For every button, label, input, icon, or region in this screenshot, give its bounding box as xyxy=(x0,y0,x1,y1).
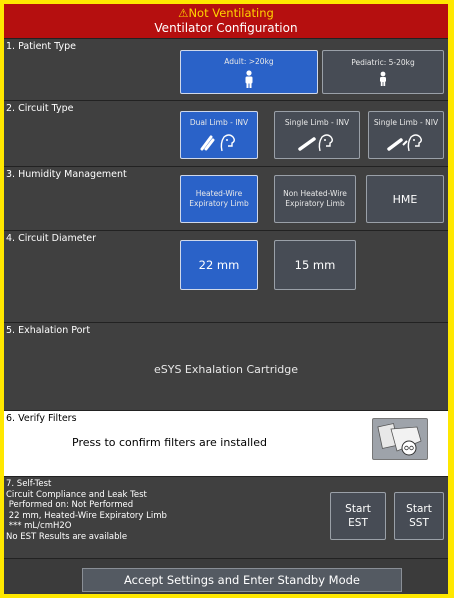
option-label: 22 mm xyxy=(198,258,240,272)
button-label-line1: Start xyxy=(345,503,371,515)
section-label: 3. Humidity Management xyxy=(6,169,127,180)
verify-filters-button[interactable] xyxy=(372,418,428,460)
dual-limb-icon xyxy=(200,133,235,151)
section-label: 5. Exhalation Port xyxy=(6,325,91,336)
single-limb-inv-button[interactable]: Single Limb - INV xyxy=(274,111,360,159)
ventilator-config-screen: ⚠Not Ventilating Ventilator Configuratio… xyxy=(4,4,448,594)
option-label: 15 mm xyxy=(294,258,336,272)
dual-limb-inv-button[interactable]: Dual Limb - INV xyxy=(180,111,258,159)
adult-patient-icon xyxy=(245,69,253,88)
option-label: HME xyxy=(392,192,418,206)
button-label-line2: EST xyxy=(348,517,368,529)
self-test-line: *** mL/cmH2O xyxy=(6,521,72,531)
self-test-line: 22 mm, Heated-Wire Expiratory Limb xyxy=(6,510,167,521)
option-label-line2: Expiratory Limb xyxy=(285,199,345,208)
pediatric-patient-icon xyxy=(380,71,386,86)
humidity-section: 3. Humidity Management Heated-Wire Expir… xyxy=(4,166,448,230)
start-est-button[interactable]: Start EST xyxy=(330,492,386,540)
section-label: 1. Patient Type xyxy=(6,41,77,52)
option-label: Adult: >20kg xyxy=(224,56,274,66)
section-label: 4. Circuit Diameter xyxy=(6,233,97,244)
accept-settings-button[interactable]: Accept Settings and Enter Standby Mode xyxy=(82,568,402,592)
option-label-line2: Expiratory Limb xyxy=(189,199,249,208)
self-test-line: No EST Results are available xyxy=(6,531,128,542)
section-label: 7. Self-Test xyxy=(6,479,52,489)
single-limb-niv-button[interactable]: Single Limb - NIV xyxy=(368,111,444,159)
single-limb-inv-icon xyxy=(298,133,333,151)
self-test-line: Circuit Compliance and Leak Test xyxy=(6,489,147,500)
exhalation-port-value: eSYS Exhalation Cartridge xyxy=(153,363,299,376)
button-label-line1: Start xyxy=(406,503,432,515)
hme-button[interactable]: HME xyxy=(366,175,444,223)
option-label: Pediatric: 5-20kg xyxy=(351,58,415,67)
option-label-line1: Heated-Wire xyxy=(195,189,243,198)
header-bar: ⚠Not Ventilating Ventilator Configuratio… xyxy=(4,4,448,38)
verify-filters-text: Press to confirm filters are installed xyxy=(72,436,267,449)
circuit-diameter-section: 4. Circuit Diameter 22 mm 15 mm xyxy=(4,230,448,322)
non-heated-wire-button[interactable]: Non Heated-Wire Expiratory Limb xyxy=(274,175,356,223)
adult-button[interactable]: Adult: >20kg xyxy=(180,50,318,94)
option-label: Single Limb - NIV xyxy=(373,117,439,127)
start-sst-button[interactable]: Start SST xyxy=(394,492,444,540)
option-label-line1: Non Heated-Wire xyxy=(283,189,347,198)
filter-icon xyxy=(377,423,422,456)
section-label: 6. Verify Filters xyxy=(6,413,77,424)
exhalation-port-section: 5. Exhalation Port eSYS Exhalation Cartr… xyxy=(4,322,448,410)
patient-type-section: 1. Patient Type Adult: >20kg Pediatric: … xyxy=(4,38,448,100)
diameter-15mm-button[interactable]: 15 mm xyxy=(274,240,356,290)
self-test-info: 7. Self-Test Circuit Compliance and Leak… xyxy=(6,479,167,542)
verify-filters-section[interactable]: 6. Verify Filters Press to confirm filte… xyxy=(4,410,448,476)
self-test-line: Performed on: Not Performed xyxy=(6,500,134,510)
single-limb-niv-icon xyxy=(387,133,422,151)
diameter-22mm-button[interactable]: 22 mm xyxy=(180,240,258,290)
pediatric-button[interactable]: Pediatric: 5-20kg xyxy=(322,50,444,94)
page-title: Ventilator Configuration xyxy=(154,21,298,35)
option-label: Dual Limb - INV xyxy=(189,117,249,127)
self-test-section: 7. Self-Test Circuit Compliance and Leak… xyxy=(4,476,448,558)
heated-wire-button[interactable]: Heated-Wire Expiratory Limb xyxy=(180,175,258,223)
alarm-status: ⚠Not Ventilating xyxy=(178,6,274,20)
circuit-type-section: 2. Circuit Type Dual Limb - INV Single L… xyxy=(4,100,448,166)
button-label-line2: SST xyxy=(409,517,429,529)
section-label: 2. Circuit Type xyxy=(6,103,74,114)
option-label: Single Limb - INV xyxy=(284,117,350,127)
footer-bar: Accept Settings and Enter Standby Mode xyxy=(4,558,448,594)
